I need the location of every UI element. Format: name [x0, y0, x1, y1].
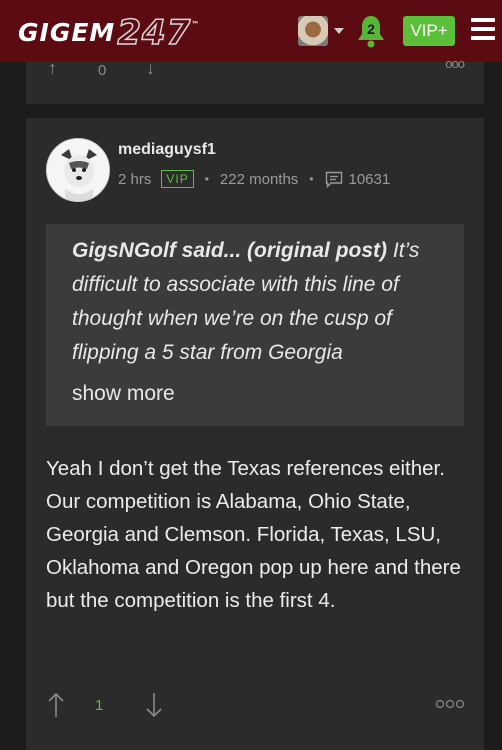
upvote-arrow-icon[interactable]: ↑	[48, 58, 57, 79]
message-icon	[325, 171, 342, 188]
post-time: 2 hrs	[118, 170, 152, 188]
meta-separator: •	[309, 172, 314, 186]
post-actions: 1	[46, 691, 464, 721]
more-options-icon[interactable]: ooo	[445, 56, 465, 71]
message-count: 10631	[348, 170, 391, 188]
post-username[interactable]: mediaguysf1	[118, 141, 216, 159]
vote-count: 1	[95, 697, 104, 714]
dog-avatar-image	[47, 139, 109, 201]
top-nav-bar: GIGEM247™ 2 VIP+	[0, 0, 502, 62]
post-body: Yeah I don’t get the Texas references ei…	[46, 457, 461, 612]
meta-separator: •	[204, 172, 209, 186]
notifications-button[interactable]: 2	[356, 14, 386, 48]
more-options-icon[interactable]	[436, 699, 464, 709]
show-more-link[interactable]: show more	[72, 382, 175, 406]
notification-count: 2	[367, 21, 375, 37]
member-tenure: 222 months	[219, 170, 299, 188]
caret-down-icon[interactable]	[334, 28, 344, 34]
upvote-arrow-icon[interactable]	[46, 691, 66, 719]
previous-post-card: ↑ 0 ↓ ooo	[26, 56, 484, 104]
post-card: mediaguysf1 2 hrs VIP • 222 months • 106…	[26, 118, 484, 750]
quote-author[interactable]: GigsNGolf said...	[72, 239, 241, 262]
user-avatar-icon[interactable]	[298, 16, 328, 46]
site-logo[interactable]: GIGEM247™	[18, 10, 201, 54]
downvote-arrow-icon[interactable]	[144, 691, 164, 719]
logo-trademark: ™	[191, 20, 201, 29]
vote-count: 0	[98, 62, 107, 79]
downvote-arrow-icon[interactable]: ↓	[146, 58, 155, 79]
quoted-post: GigsNGolf said... (original post) It’s d…	[46, 224, 464, 426]
quote-tag: (original post)	[247, 239, 388, 262]
quote-text-block: GigsNGolf said... (original post) It’s d…	[72, 234, 452, 370]
post-meta: 2 hrs VIP • 222 months • 10631	[118, 170, 390, 188]
logo-number: 247	[117, 12, 192, 54]
hamburger-menu-icon[interactable]	[471, 18, 495, 42]
avatar[interactable]	[46, 138, 110, 202]
logo-text: GIGEM	[18, 18, 116, 47]
vip-badge: VIP	[161, 170, 194, 188]
vip-plus-button[interactable]: VIP+	[403, 16, 455, 46]
